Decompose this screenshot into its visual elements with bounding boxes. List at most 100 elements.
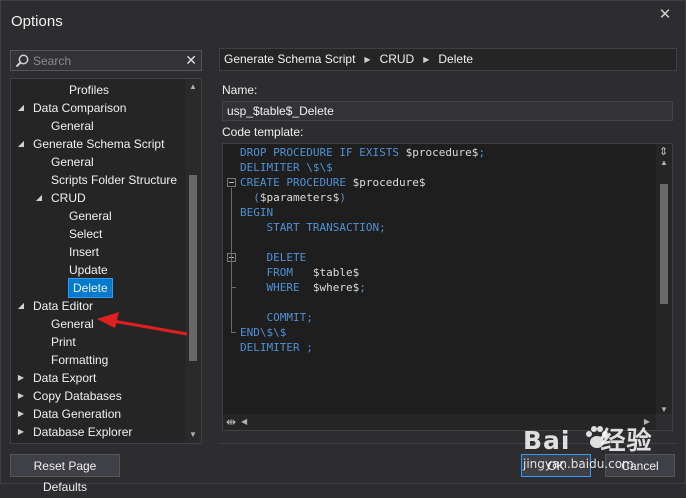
- tree-item[interactable]: General: [51, 117, 94, 135]
- tree-item[interactable]: ▶ Database Explorer: [18, 423, 133, 441]
- scroll-down-icon[interactable]: ▼: [656, 405, 672, 414]
- tree-item-label: Delete: [73, 281, 108, 295]
- tree-item-label: General: [51, 317, 94, 331]
- code-line[interactable]: FROM $table$: [240, 265, 359, 280]
- close-icon[interactable]: ✕: [657, 7, 673, 23]
- split-icon[interactable]: ⇕: [659, 147, 668, 158]
- code-line[interactable]: CREATE PROCEDURE $procedure$: [240, 175, 425, 190]
- tree-item-label: Database Explorer: [33, 425, 133, 439]
- tree-item-label: Data Generation: [33, 407, 122, 421]
- code-template-label: Code template:: [222, 125, 304, 139]
- tree-item-label: General: [51, 155, 94, 169]
- reset-page-defaults-button[interactable]: Reset Page Defaults: [10, 454, 120, 494]
- code-line[interactable]: COMMIT;: [240, 310, 312, 325]
- scroll-up-icon[interactable]: ▲: [656, 158, 672, 167]
- breadcrumb-item[interactable]: Generate Schema Script: [224, 49, 355, 70]
- expander-arrow-icon[interactable]: ◢: [16, 99, 26, 117]
- tree-item-label: Copy Databases: [33, 389, 122, 403]
- expander-arrow-icon[interactable]: ◢: [16, 135, 26, 153]
- expander-arrow-icon[interactable]: ▶: [16, 387, 26, 405]
- tree-item-label: General: [51, 119, 94, 133]
- expander-arrow-icon[interactable]: ◢: [16, 297, 26, 315]
- tree-item[interactable]: Update: [69, 261, 108, 279]
- options-tree: ▲ ▼ Profiles ◢ Data Comparison General ◢ Gene…: [10, 78, 202, 444]
- name-field[interactable]: [222, 101, 673, 121]
- fold-guide-end: [231, 332, 236, 333]
- tree-item[interactable]: Print: [51, 333, 76, 351]
- tree-item[interactable]: Insert: [69, 243, 99, 261]
- dialog-title: Options: [11, 13, 63, 30]
- fold-toggle-icon[interactable]: [227, 178, 236, 187]
- tree-item-label: General: [69, 209, 112, 223]
- tree-item-label: Update: [69, 263, 108, 277]
- breadcrumb-item[interactable]: CRUD: [380, 49, 415, 70]
- expander-arrow-icon[interactable]: ▶: [16, 423, 26, 441]
- code-line[interactable]: WHERE $where$;: [240, 280, 365, 295]
- tree-item-label: Data Editor: [33, 299, 94, 313]
- options-dialog: Options ✕ ✕ ▲ ▼ Profiles ◢ Data Comparison…: [0, 0, 686, 494]
- editor-vertical-scrollbar[interactable]: ⇕ ▲ ▼: [656, 144, 672, 416]
- chevron-right-icon: ▶: [364, 55, 371, 64]
- tree-item-label: Print: [51, 335, 76, 349]
- tree-item-label: Scripts Folder Structure: [51, 173, 178, 187]
- tree-item-label: Generate Schema Script: [33, 137, 165, 151]
- tree-item-label: Insert: [69, 245, 100, 259]
- ok-button[interactable]: OK: [521, 454, 591, 477]
- annotation-arrow-icon: [97, 312, 188, 336]
- scrollbar-corner: [656, 414, 672, 430]
- tree-item[interactable]: ▶ Copy Databases: [18, 387, 122, 405]
- name-label: Name:: [222, 83, 258, 97]
- code-line[interactable]: DELIMITER ;: [240, 340, 313, 355]
- tree-item[interactable]: ◢ Data Comparison: [18, 99, 127, 117]
- editor-horizontal-scrollbar[interactable]: ⇹ ◀ ▶: [223, 414, 658, 430]
- tree-item[interactable]: ◢ Generate Schema Script: [18, 135, 165, 153]
- scroll-left-icon[interactable]: ◀: [241, 414, 247, 430]
- breadcrumb: Generate Schema Script ▶ CRUD ▶ Delete: [219, 48, 677, 71]
- tree-item[interactable]: General: [69, 207, 112, 225]
- fold-guide: [231, 263, 232, 287]
- search-icon: [15, 54, 29, 68]
- scroll-up-icon[interactable]: ▲: [185, 79, 201, 95]
- fold-guide: [231, 188, 232, 332]
- scroll-right-icon[interactable]: ▶: [644, 414, 650, 430]
- expander-arrow-icon[interactable]: ▶: [16, 405, 26, 423]
- tree-item-label: Profiles: [69, 83, 110, 97]
- footer-divider: [219, 443, 677, 444]
- tree-item[interactable]: General: [51, 153, 94, 171]
- code-line[interactable]: END\$\$: [240, 325, 286, 340]
- tree-item[interactable]: ▶ Data Generation: [18, 405, 122, 423]
- tree-item-label: Formatting: [51, 353, 109, 367]
- tree-item-label: Data Comparison: [33, 101, 127, 115]
- scroll-down-icon[interactable]: ▼: [185, 427, 201, 443]
- chevron-right-icon: ▶: [423, 55, 430, 64]
- scroll-thumb[interactable]: [660, 184, 668, 304]
- search-input[interactable]: [33, 52, 181, 69]
- tree-item-label: CRUD: [51, 191, 86, 205]
- tree-scrollbar[interactable]: ▲ ▼: [185, 79, 201, 443]
- search-box: ✕: [10, 50, 202, 71]
- tree-item[interactable]: Select: [69, 225, 102, 243]
- tree-item[interactable]: ▶ Data Export: [18, 369, 96, 387]
- code-line[interactable]: DELIMITER \$\$: [240, 160, 333, 175]
- tree-item[interactable]: ◢ CRUD: [36, 189, 86, 207]
- tree-item-label: Select: [69, 227, 103, 241]
- tree-item[interactable]: Formatting: [51, 351, 108, 369]
- code-line[interactable]: START TRANSACTION;: [240, 220, 385, 235]
- tree-item[interactable]: Profiles: [69, 81, 109, 99]
- expander-arrow-icon[interactable]: ▶: [16, 369, 26, 387]
- code-line[interactable]: ($parameters$): [240, 190, 346, 205]
- cancel-button[interactable]: Cancel: [605, 454, 675, 477]
- tree-item[interactable]: Scripts Folder Structure: [51, 171, 177, 189]
- code-template-editor[interactable]: ⇕ ▲ ▼ ⇹ ◀ ▶ DROP PROCEDURE IF EXISTS $pr…: [222, 143, 673, 431]
- tree-item[interactable]: Delete: [68, 278, 113, 298]
- clear-icon[interactable]: ✕: [185, 51, 197, 70]
- tree-item[interactable]: General: [51, 315, 94, 333]
- breadcrumb-item[interactable]: Delete: [438, 49, 473, 70]
- tree-item[interactable]: ◢ Data Editor: [18, 297, 94, 315]
- code-line[interactable]: DELETE: [240, 250, 306, 265]
- code-line[interactable]: BEGIN: [240, 205, 273, 220]
- fold-guide-end: [231, 287, 236, 288]
- code-line[interactable]: DROP PROCEDURE IF EXISTS $procedure$;: [240, 145, 485, 160]
- expander-arrow-icon[interactable]: ◢: [34, 189, 44, 207]
- split-icon[interactable]: ⇹: [226, 414, 236, 430]
